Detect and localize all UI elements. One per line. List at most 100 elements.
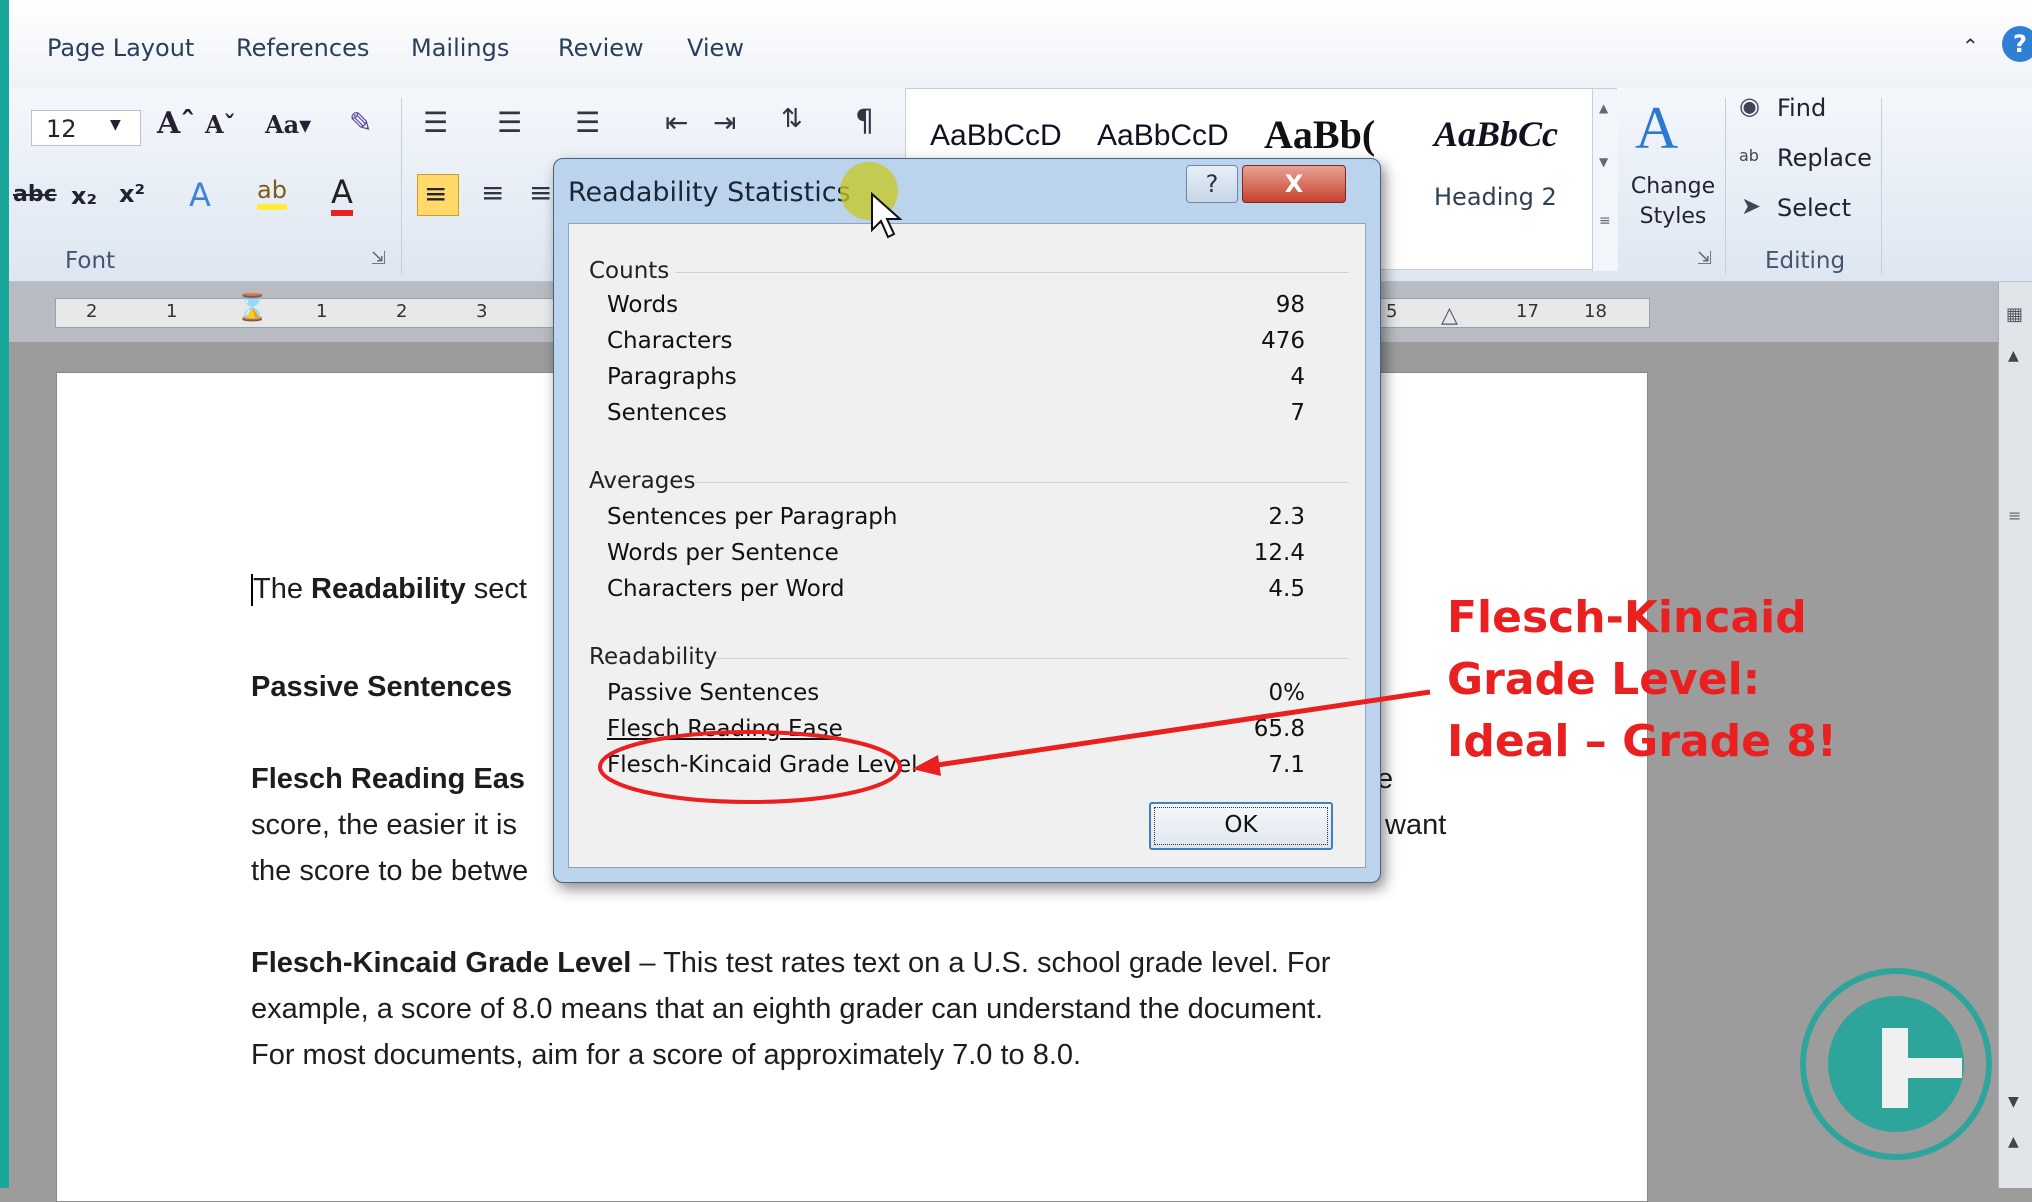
ribbon-tab-bar: Page Layout References Mailings Review V… (9, 0, 2032, 88)
help-button[interactable]: ? (1186, 165, 1238, 203)
minimize-ribbon-icon[interactable]: ⌃ (1962, 34, 1979, 58)
select-button[interactable]: ➤ Select (1739, 192, 1909, 232)
right-indent-marker-icon[interactable]: △ (1441, 303, 1458, 328)
previous-page-icon[interactable]: ▲ (2008, 1134, 2019, 1150)
dialog-title: Readability Statistics (568, 177, 851, 208)
more-styles-icon[interactable]: ≡ (1599, 213, 1611, 229)
text-effects-icon[interactable]: A (189, 176, 211, 214)
count-value: 4 (1290, 364, 1305, 390)
bullets-icon[interactable]: ☰ (423, 106, 448, 139)
binoculars-icon: ◉ (1739, 92, 1760, 120)
ruler-toggle-icon[interactable]: ▦ (2006, 304, 2023, 325)
style-heading2-caption: Heading 2 (1434, 183, 1557, 211)
numbering-icon[interactable]: ☰ (497, 106, 522, 139)
multilevel-list-icon[interactable]: ☰ (575, 106, 600, 139)
doc-text-line: the score to be betwe (251, 855, 529, 887)
section-averages-heading: Averages (589, 468, 696, 494)
style-heading2-preview[interactable]: AaBbCc (1434, 113, 1558, 155)
count-value: 7 (1290, 400, 1305, 426)
average-value: 2.3 (1268, 504, 1305, 530)
strikethrough-icon[interactable]: abc (13, 182, 57, 207)
scroll-thumb-grip-icon[interactable]: ≡ (2008, 506, 2021, 525)
group-separator (401, 98, 402, 274)
doc-text: – This test rates text on a U.S. school … (631, 947, 1331, 979)
scroll-up-icon[interactable]: ▲ (2008, 348, 2019, 364)
style-heading1-preview[interactable]: AaBb( (1264, 111, 1375, 158)
doc-text: The (253, 573, 312, 605)
chevron-up-icon[interactable]: ▲ (1599, 101, 1608, 115)
change-styles-button[interactable]: Change Styles (1625, 172, 1721, 232)
count-label: Paragraphs (607, 364, 737, 390)
tab-page-layout[interactable]: Page Layout (47, 34, 194, 62)
tab-view[interactable]: View (687, 34, 744, 62)
close-icon: X (1284, 170, 1304, 198)
doc-bold-text: Flesch Reading Eas (251, 763, 525, 795)
average-label: Words per Sentence (607, 540, 839, 566)
doc-paragraph-flesch-kincaid: Flesch-Kincaid Grade Level – This test r… (251, 947, 1330, 980)
style-normal-preview[interactable]: AaBbCcD (930, 119, 1062, 153)
font-group-label: Font (65, 248, 116, 274)
align-left-icon: ≡ (424, 177, 448, 210)
group-separator (1725, 98, 1726, 274)
align-center-icon[interactable]: ≡ (481, 176, 504, 209)
doc-paragraph-readability: The Readability sect (251, 573, 527, 607)
subscript-icon[interactable]: x₂ (71, 182, 97, 210)
doc-paragraph-passive: Passive Sentences (251, 671, 512, 704)
average-value: 12.4 (1253, 540, 1305, 566)
find-button[interactable]: ◉ Find (1739, 92, 1909, 132)
annotation-overlay (598, 689, 1431, 804)
highlight-icon[interactable]: ab (257, 176, 287, 210)
group-separator (1881, 98, 1882, 274)
average-label: Sentences per Paragraph (607, 504, 898, 530)
styles-dialog-launcher-icon[interactable]: ⇲ (1697, 248, 1712, 269)
tab-references[interactable]: References (236, 34, 369, 62)
replace-icon: ab (1739, 146, 1759, 165)
count-value: 476 (1261, 328, 1305, 354)
superscript-icon[interactable]: x² (119, 180, 145, 208)
style-no-spacing-preview[interactable]: AaBbCcD (1097, 119, 1229, 153)
tab-mailings[interactable]: Mailings (411, 34, 509, 62)
vertical-scrollbar[interactable]: ▦ ▲ ≡ ▼ ▲ (1998, 282, 2032, 1188)
decrease-indent-icon[interactable]: ⇤ (665, 106, 688, 139)
ruler-label: 2 (86, 301, 98, 322)
doc-text: sect (465, 573, 527, 605)
help-icon[interactable]: ? (2002, 26, 2032, 62)
replace-label: Replace (1777, 144, 1872, 172)
doc-text-line: score, the easier it is (251, 809, 517, 841)
annotation-line-1: Flesch-Kincaid (1447, 592, 1807, 643)
shrink-font-icon[interactable]: Aˇ (205, 110, 236, 139)
annotation-arrow-line (923, 689, 1431, 770)
tab-review[interactable]: Review (558, 34, 644, 62)
find-label: Find (1777, 94, 1827, 122)
close-button[interactable]: X (1242, 165, 1346, 203)
font-size-box[interactable]: 12 ▼ (31, 110, 141, 146)
help-question-icon: ? (1205, 170, 1219, 198)
annotation-line-3: Ideal – Grade 8! (1447, 716, 1837, 767)
clear-format-icon[interactable]: ✎ (349, 106, 372, 139)
grow-font-icon[interactable]: Aˆ (157, 106, 195, 141)
cursor-arrow-icon: ➤ (1741, 192, 1762, 220)
align-left-button[interactable]: ≡ (417, 174, 459, 216)
align-right-icon[interactable]: ≡ (529, 176, 552, 209)
sort-icon[interactable]: ⇅ (781, 104, 803, 134)
ruler-label: 2 (396, 301, 408, 322)
doc-bold-text: Flesch-Kincaid Grade Level (251, 947, 632, 979)
show-formatting-icon[interactable]: ¶ (855, 104, 874, 139)
mouse-cursor-icon (871, 192, 903, 239)
font-dialog-launcher-icon[interactable]: ⇲ (371, 248, 386, 269)
count-label: Characters (607, 328, 733, 354)
ruler-label: 5 (1386, 301, 1398, 322)
indent-marker-icon[interactable]: ⌛ (236, 293, 268, 323)
styles-scrollbar[interactable]: ▲ ▼ ≡ (1592, 89, 1618, 271)
change-styles-label: Change Styles (1630, 174, 1716, 229)
annotation-arrowhead (912, 755, 941, 776)
section-divider (675, 272, 1349, 273)
chevron-down-icon[interactable]: ▼ (1599, 155, 1608, 169)
replace-button[interactable]: ab Replace (1739, 142, 1909, 182)
editing-group-label: Editing (1765, 248, 1846, 274)
increase-indent-icon[interactable]: ⇥ (713, 106, 736, 139)
change-styles-icon[interactable]: A (1635, 94, 1678, 163)
font-color-icon[interactable]: A (331, 174, 353, 216)
scroll-down-icon[interactable]: ▼ (2008, 1094, 2019, 1110)
change-case-icon[interactable]: Aa▾ (265, 110, 311, 139)
